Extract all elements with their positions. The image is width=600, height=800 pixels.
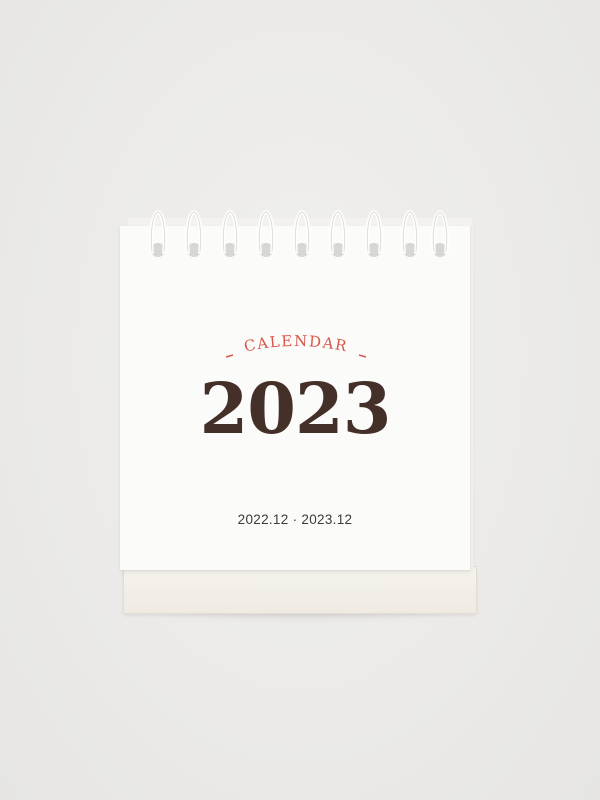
svg-text:CALENDAR: CALENDAR	[242, 332, 349, 356]
calendar-date-range: 2022.12 · 2023.12	[237, 512, 353, 527]
label-dash-left	[225, 354, 234, 358]
label-dash-right	[358, 354, 367, 358]
calendar-year: 2023	[199, 367, 392, 450]
calendar-label: CALENDAR	[242, 332, 348, 356]
